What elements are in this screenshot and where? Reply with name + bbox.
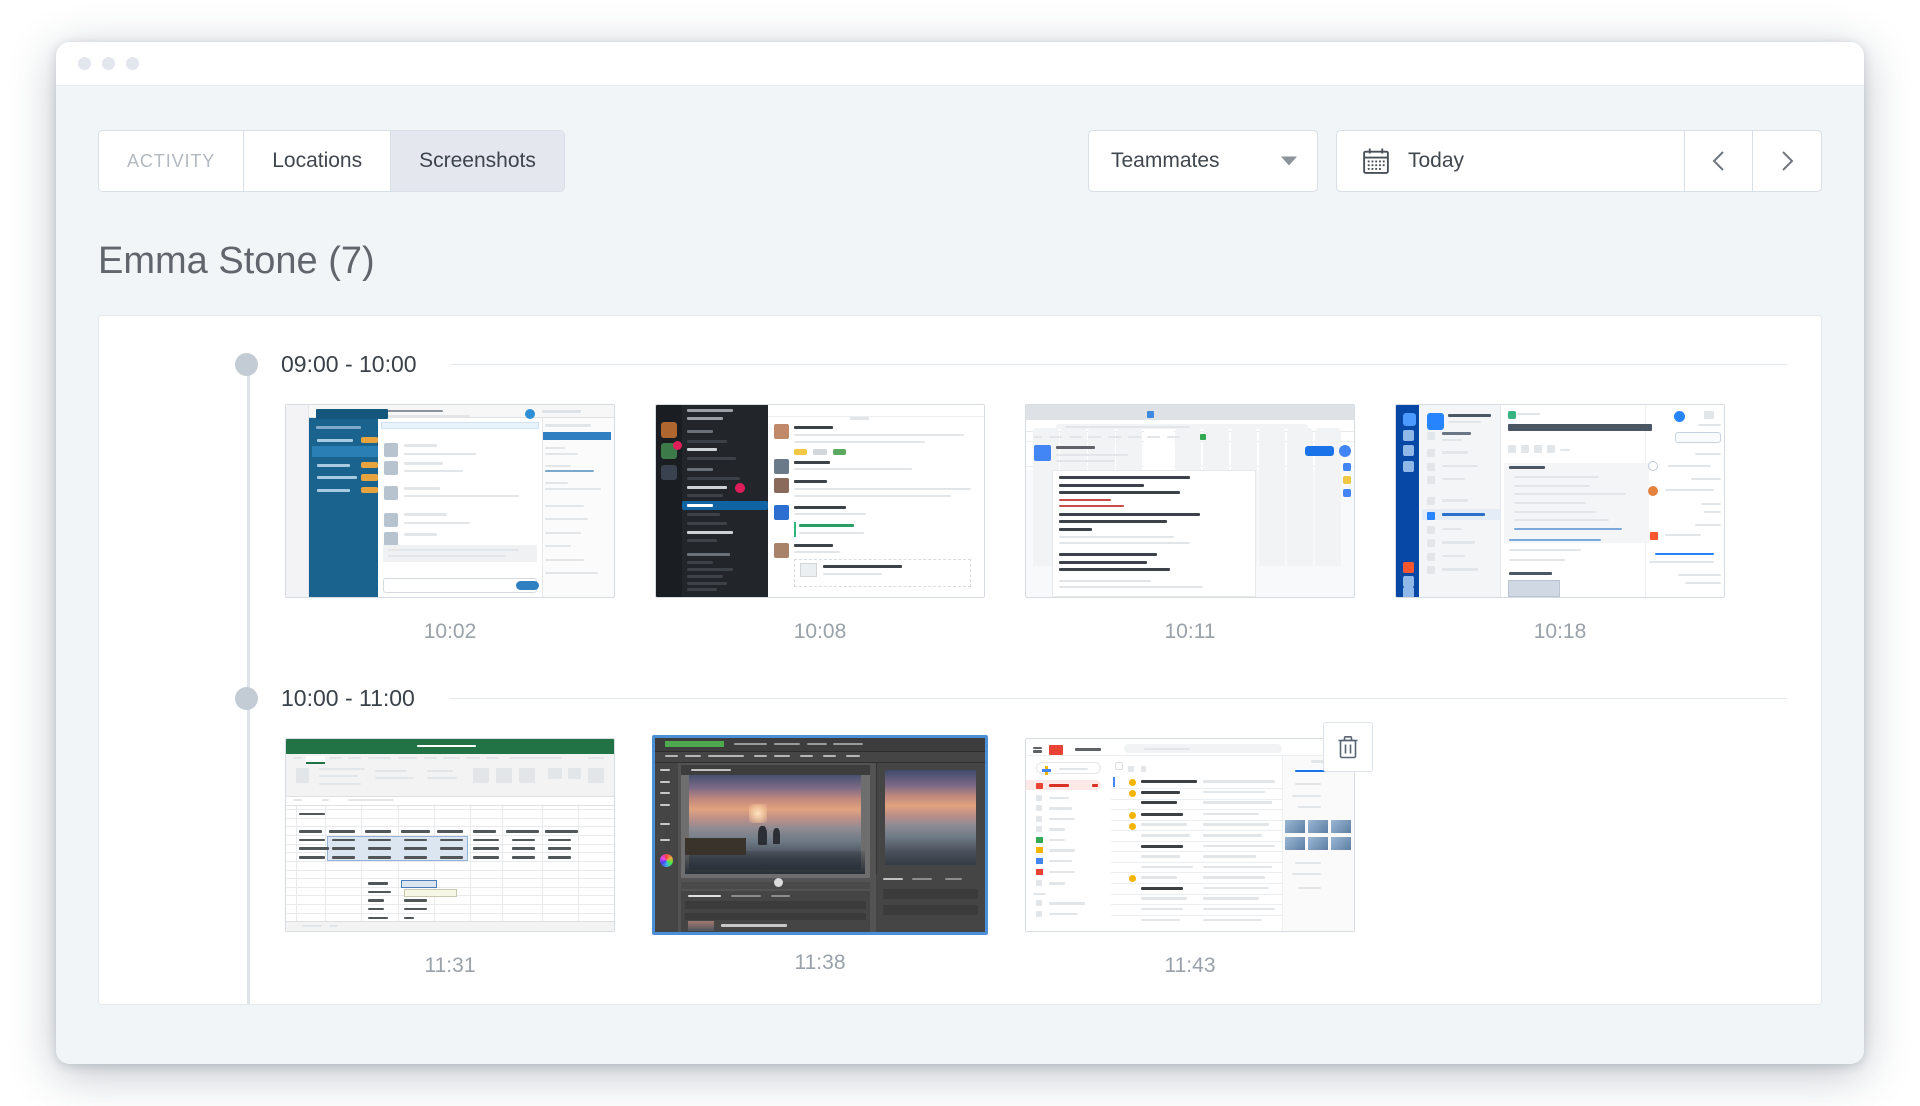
screenshot-item: 11:43 bbox=[1025, 722, 1373, 978]
screenshot-time: 11:38 bbox=[794, 951, 846, 974]
toolbar-right-controls: Teammates Today bbox=[1088, 130, 1822, 192]
screenshot-thumbnail-google-docs[interactable] bbox=[1025, 404, 1355, 598]
screenshot-thumbnail-gmail[interactable] bbox=[1025, 738, 1355, 932]
teammates-select-value: Teammates bbox=[1111, 149, 1220, 172]
screenshot-item: 10:02 bbox=[285, 404, 615, 644]
timeline-marker-dot bbox=[235, 352, 258, 376]
screenshot-page: ACTIVITY Locations Screenshots Teammates bbox=[0, 0, 1920, 1106]
window-dot-maximize-icon[interactable] bbox=[126, 57, 139, 70]
screenshot-time: 10:11 bbox=[1164, 620, 1216, 643]
screenshots-timeline-card: 09:00 - 10:00 10:02 10:08 10:11 10:18 10… bbox=[98, 315, 1822, 1005]
screenshot-thumbnail-slack-light[interactable] bbox=[285, 404, 615, 598]
toolbar: ACTIVITY Locations Screenshots Teammates bbox=[98, 130, 1822, 192]
window-dot-close-icon[interactable] bbox=[78, 57, 91, 70]
tab-screenshots[interactable]: Screenshots bbox=[391, 131, 564, 191]
screenshot-time: 11:43 bbox=[1164, 954, 1216, 977]
view-tabs: ACTIVITY Locations Screenshots bbox=[98, 130, 565, 192]
timeline-section-rule bbox=[450, 363, 1787, 365]
window-titlebar bbox=[56, 42, 1864, 86]
screenshot-item: 10:11 bbox=[1025, 404, 1355, 644]
screenshot-thumbnail-photoshop[interactable] bbox=[652, 735, 988, 935]
tab-locations-label: Locations bbox=[272, 149, 363, 172]
page-title: Emma Stone (7) bbox=[98, 240, 375, 282]
window-dot-minimize-icon[interactable] bbox=[102, 57, 115, 70]
timeline-section-range: 09:00 - 10:00 bbox=[281, 350, 417, 377]
timeline-section-rule bbox=[448, 697, 1787, 699]
timeline-section-header: 09:00 - 10:00 bbox=[99, 338, 1821, 390]
screenshot-item: 11:31 bbox=[285, 738, 615, 978]
screenshot-row: 11:31 11:38 11:43 bbox=[99, 722, 1821, 978]
timeline-section: 09:00 - 10:00 10:02 10:08 10:11 10:18 bbox=[99, 316, 1821, 644]
delete-screenshot-button[interactable] bbox=[1323, 722, 1373, 772]
screenshot-time: 10:18 bbox=[1533, 620, 1587, 643]
next-day-button[interactable] bbox=[1753, 131, 1821, 191]
app-window: ACTIVITY Locations Screenshots Teammates bbox=[56, 42, 1864, 1064]
chevron-down-icon bbox=[1281, 156, 1297, 166]
screenshot-item: 10:18 bbox=[1395, 404, 1725, 644]
timeline-section: 10:00 - 11:00 11:31 11:38 11:43 bbox=[99, 644, 1821, 978]
timeline-section-header: 10:00 - 11:00 bbox=[99, 672, 1821, 724]
screenshot-time: 11:31 bbox=[424, 954, 476, 977]
tab-activity[interactable]: ACTIVITY bbox=[99, 131, 245, 191]
prev-day-button[interactable] bbox=[1685, 131, 1753, 191]
date-field-value: Today bbox=[1408, 149, 1465, 172]
timeline-section-range: 10:00 - 11:00 bbox=[281, 684, 415, 711]
chevron-left-icon bbox=[1712, 151, 1724, 171]
tab-locations[interactable]: Locations bbox=[244, 131, 392, 191]
screenshot-time: 10:02 bbox=[423, 620, 477, 643]
calendar-icon bbox=[1363, 148, 1389, 174]
screenshot-thumbnail-jira[interactable] bbox=[1395, 404, 1725, 598]
screenshot-thumbnail-excel[interactable] bbox=[285, 738, 615, 932]
timeline-marker-dot bbox=[235, 686, 258, 710]
page-content: ACTIVITY Locations Screenshots Teammates bbox=[56, 86, 1864, 1064]
screenshot-row: 10:02 10:08 10:11 10:18 bbox=[99, 404, 1821, 644]
date-field[interactable]: Today bbox=[1337, 131, 1685, 191]
tab-screenshots-label: Screenshots bbox=[419, 149, 536, 172]
trash-icon bbox=[1338, 736, 1358, 759]
teammates-select[interactable]: Teammates bbox=[1088, 130, 1318, 192]
screenshot-thumbnail-slack-dark[interactable] bbox=[655, 404, 985, 598]
chevron-right-icon bbox=[1782, 151, 1794, 171]
tab-activity-label: ACTIVITY bbox=[127, 150, 216, 171]
date-navigator: Today bbox=[1336, 130, 1822, 192]
screenshot-item: 10:08 bbox=[655, 404, 985, 644]
timeline-section: 11:00 - 12:00 bbox=[99, 978, 1821, 1004]
screenshot-item-selected: 11:38 bbox=[652, 735, 988, 978]
screenshot-time: 10:08 bbox=[793, 620, 847, 643]
